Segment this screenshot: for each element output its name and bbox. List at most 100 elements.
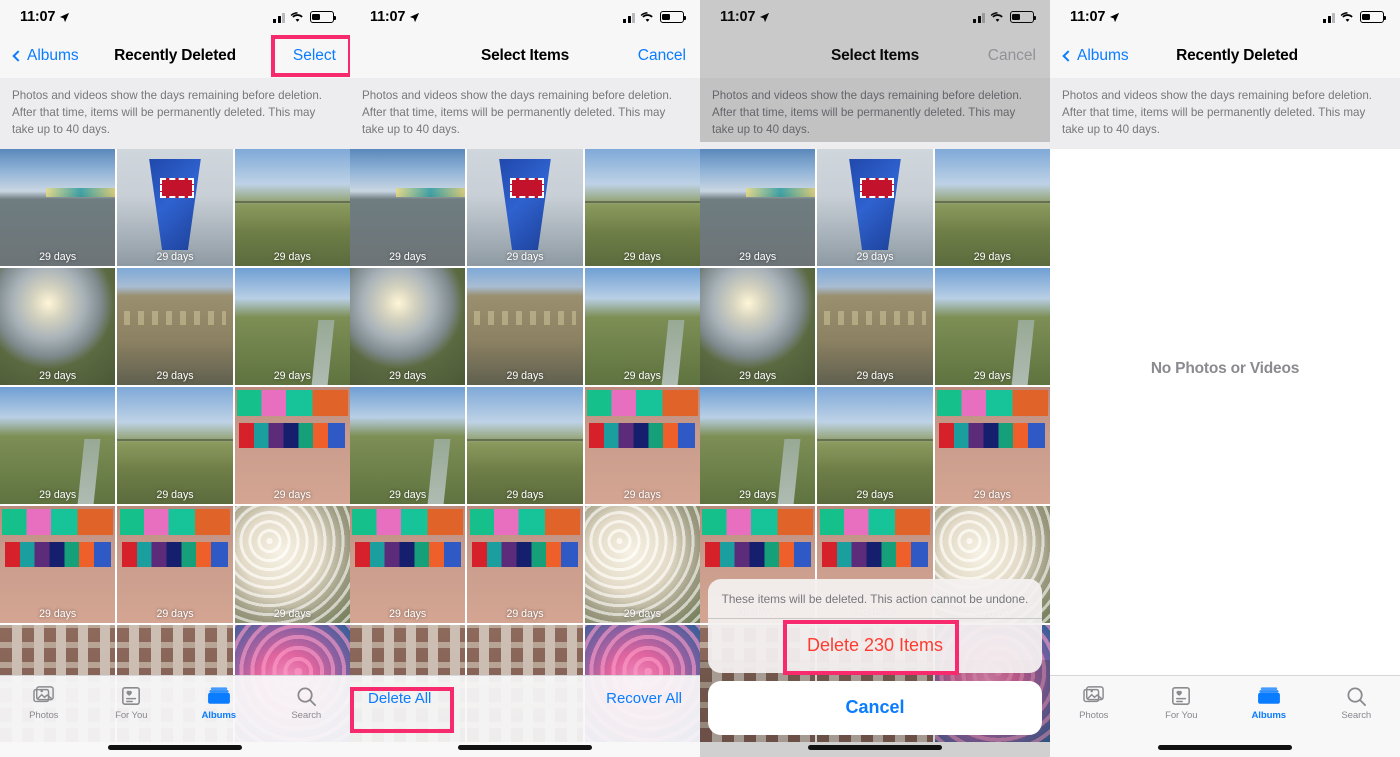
days-remaining-label: 29 days: [623, 489, 661, 502]
photo-thumbnail[interactable]: 29 days: [234, 268, 350, 386]
photo-thumbnail[interactable]: 29 days: [934, 149, 1050, 267]
days-remaining-label: 29 days: [156, 608, 194, 621]
photo-thumbnail-image: [234, 506, 350, 624]
back-button-albums[interactable]: Albums: [12, 47, 79, 65]
wifi-icon: [1340, 11, 1353, 22]
delete-items-button[interactable]: Delete 230 Items: [708, 619, 1042, 673]
photo-thumbnail[interactable]: 29 days: [117, 387, 233, 505]
photo-thumbnail[interactable]: 29 days: [234, 387, 350, 505]
photo-thumbnail[interactable]: 29 days: [467, 149, 583, 267]
photo-thumbnail[interactable]: 29 days: [584, 268, 700, 386]
tab-for-you[interactable]: For You: [88, 683, 176, 721]
delete-confirmation-action-sheet: These items will be deleted. This action…: [708, 579, 1042, 735]
days-remaining-label: 29 days: [506, 370, 544, 383]
photo-thumbnail[interactable]: 29 days: [117, 506, 233, 624]
status-bar: 11:07: [700, 0, 1050, 34]
photo-thumbnail[interactable]: 29 days: [0, 506, 116, 624]
status-bar-time: 11:07: [20, 9, 56, 25]
recover-all-button[interactable]: Recover All: [606, 690, 682, 707]
days-remaining-label: 29 days: [623, 608, 661, 621]
photo-thumbnail[interactable]: 29 days: [467, 268, 583, 386]
days-remaining-label: 29 days: [273, 251, 311, 264]
panel-recently-deleted: 11:07 Albums Recently Deleted Select Pho…: [0, 0, 350, 757]
photo-thumbnail-image: [117, 506, 233, 624]
albums-icon: [1225, 683, 1313, 709]
tab-for-you[interactable]: For You: [1138, 683, 1226, 721]
days-remaining-label: 29 days: [389, 370, 427, 383]
tab-search[interactable]: Search: [1313, 683, 1400, 721]
days-remaining-label: 29 days: [623, 370, 661, 383]
days-remaining-label: 29 days: [506, 489, 544, 502]
photo-thumbnail[interactable]: 29 days: [584, 387, 700, 505]
photo-thumbnail[interactable]: 29 days: [0, 387, 116, 505]
days-remaining-label: 29 days: [156, 489, 194, 502]
photo-thumbnail[interactable]: 29 days: [234, 506, 350, 624]
empty-state-label: No Photos or Videos: [1150, 360, 1300, 377]
photo-thumbnail[interactable]: 29 days: [350, 149, 466, 267]
status-bar-time: 11:07: [720, 9, 756, 25]
deletion-info-text: Photos and videos show the days remainin…: [700, 78, 1050, 150]
photo-thumbnail[interactable]: 29 days: [467, 387, 583, 505]
cellular-signal-icon: [1323, 12, 1335, 23]
photo-thumbnail[interactable]: 29 days: [817, 149, 933, 267]
photo-thumbnail[interactable]: 29 days: [0, 268, 116, 386]
photo-thumbnail-image: [584, 387, 700, 505]
select-button[interactable]: Select: [293, 47, 336, 65]
days-remaining-label: 29 days: [273, 370, 311, 383]
days-remaining-label: 29 days: [506, 608, 544, 621]
days-remaining-label: 29 days: [856, 370, 894, 383]
tab-search[interactable]: Search: [263, 683, 351, 721]
photo-thumbnail[interactable]: 29 days: [234, 149, 350, 267]
tab-albums[interactable]: Albums: [175, 683, 263, 721]
days-remaining-label: 29 days: [973, 489, 1011, 502]
photo-thumbnail[interactable]: 29 days: [350, 268, 466, 386]
photo-thumbnail-image: [117, 149, 233, 267]
photo-thumbnail[interactable]: 29 days: [700, 268, 816, 386]
cancel-button[interactable]: Cancel: [638, 47, 686, 65]
action-sheet-cancel-button[interactable]: Cancel: [708, 681, 1042, 735]
photo-thumbnail[interactable]: 29 days: [117, 149, 233, 267]
tab-photos[interactable]: Photos: [0, 683, 88, 721]
deletion-info-text: Photos and videos show the days remainin…: [0, 78, 350, 150]
photo-thumbnail[interactable]: 29 days: [0, 149, 116, 267]
photo-thumbnail-image: [117, 268, 233, 386]
panel-confirm-delete: 11:07 Select Items Cancel Photos and vid…: [700, 0, 1050, 757]
back-button-albums[interactable]: Albums: [1062, 47, 1129, 65]
status-bar-indicators: [973, 11, 1037, 23]
photo-thumbnail[interactable]: 29 days: [117, 268, 233, 386]
nav-bar: Albums Recently Deleted Select: [0, 34, 350, 78]
photo-thumbnail[interactable]: 29 days: [700, 387, 816, 505]
photo-thumbnail[interactable]: 29 days: [584, 149, 700, 267]
delete-all-button[interactable]: Delete All: [368, 690, 431, 707]
cellular-signal-icon: [623, 12, 635, 23]
cancel-button[interactable]: Cancel: [988, 47, 1036, 65]
photo-thumbnail[interactable]: 29 days: [817, 268, 933, 386]
photo-thumbnail[interactable]: 29 days: [934, 387, 1050, 505]
days-remaining-label: 29 days: [39, 251, 77, 264]
for-you-icon: [88, 683, 176, 709]
action-sheet-group: These items will be deleted. This action…: [708, 579, 1042, 673]
location-arrow-icon: [760, 12, 770, 22]
days-remaining-label: 29 days: [156, 370, 194, 383]
photo-thumbnail-image: [467, 268, 583, 386]
status-bar-time: 11:07: [370, 9, 406, 25]
photo-thumbnail[interactable]: 29 days: [700, 149, 816, 267]
tab-label: Photos: [29, 710, 59, 721]
photo-thumbnail[interactable]: 29 days: [934, 268, 1050, 386]
days-remaining-label: 29 days: [273, 608, 311, 621]
nav-bar: Select Items Cancel: [350, 34, 700, 78]
photo-thumbnail-image: [234, 268, 350, 386]
photo-thumbnail[interactable]: 29 days: [817, 387, 933, 505]
home-indicator: [1158, 745, 1292, 750]
photo-thumbnail[interactable]: 29 days: [467, 506, 583, 624]
tab-albums[interactable]: Albums: [1225, 683, 1313, 721]
photo-thumbnail[interactable]: 29 days: [584, 506, 700, 624]
photo-thumbnail[interactable]: 29 days: [350, 387, 466, 505]
back-button-label: Albums: [27, 47, 79, 64]
photo-thumbnail-image: [934, 387, 1050, 505]
tab-label: Albums: [1251, 710, 1287, 721]
tab-photos[interactable]: Photos: [1050, 683, 1138, 721]
photo-thumbnail[interactable]: 29 days: [350, 506, 466, 624]
photo-grid: 29 days 29 days 29 days 29 days 29 days 29 da…: [350, 149, 700, 743]
for-you-icon: [1138, 683, 1226, 709]
